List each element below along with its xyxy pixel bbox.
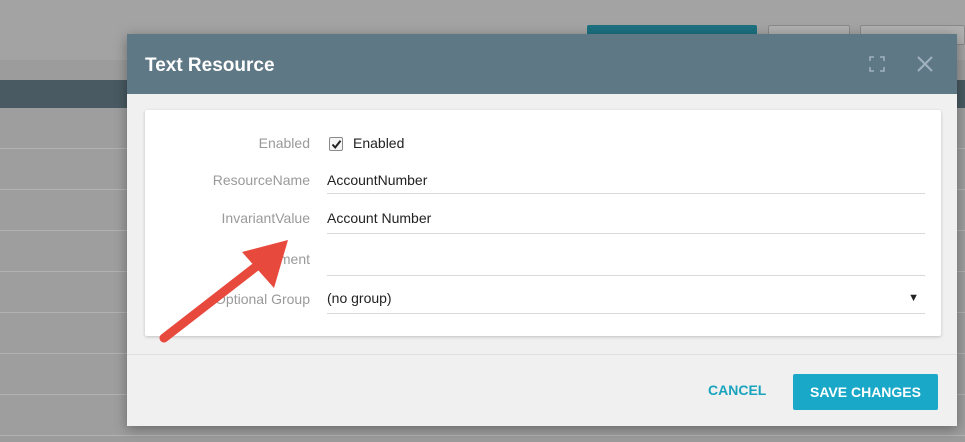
close-icon[interactable]	[915, 54, 935, 74]
cancel-button[interactable]: CANCEL	[708, 382, 766, 398]
chevron-down-icon: ▼	[908, 292, 919, 304]
resource-name-field[interactable]: AccountNumber	[327, 166, 925, 194]
comment-field[interactable]	[327, 244, 925, 276]
dialog-footer: CANCEL SAVE CHANGES	[127, 354, 957, 426]
resource-name-label: ResourceName	[212, 172, 310, 188]
dialog-header: Text Resource	[127, 34, 957, 94]
enabled-checkbox[interactable]	[329, 137, 343, 151]
dialog-title: Text Resource	[145, 55, 275, 76]
save-changes-button[interactable]: SAVE CHANGES	[793, 374, 938, 410]
invariant-value-field[interactable]: Account Number	[327, 204, 925, 234]
enabled-label: Enabled	[258, 135, 310, 151]
invariant-value-label: InvariantValue	[221, 210, 310, 226]
enabled-checkbox-label[interactable]: Enabled	[353, 135, 404, 151]
expand-icon[interactable]	[869, 56, 885, 72]
optional-group-value: (no group)	[327, 290, 392, 306]
optional-group-select[interactable]: (no group) ▼	[327, 284, 925, 314]
annotation-arrow-icon	[159, 240, 288, 343]
